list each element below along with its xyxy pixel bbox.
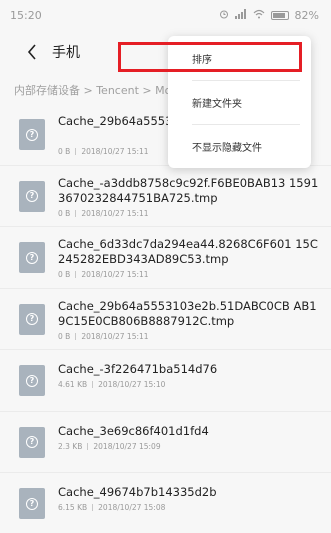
file-name: Cache_-3f226471ba514d76 [58,362,218,376]
menu-item-new-folder[interactable]: 新建文件夹 [168,80,311,124]
file-list: ? Cache_29b64a5553 0BD6812A91ED5DE 0 B20… [0,104,331,533]
file-date: 2018/10/27 15:09 [93,441,161,451]
file-meta: 0 B 2018/10/27 15:11 [58,209,149,218]
file-size: 6.15 KB [58,503,88,512]
file-date: 2018/10/27 15:11 [81,208,149,218]
file-meta: 0 B 2018/10/27 15:11 [58,270,149,279]
page-title: 手机 [52,45,80,61]
breadcrumb[interactable]: 内部存储设备 > Tencent > Mobil [14,82,174,98]
file-size: 2.3 KB [58,441,83,451]
unknown-file-icon: ? [19,119,45,150]
file-meta: 6.15 KB 2018/10/27 15:08 [58,503,165,512]
file-meta: 0 B 2018/10/27 15:11 [58,332,149,341]
battery-icon [270,10,289,20]
file-size: 0 B [58,270,71,279]
file-date: 2018/10/27 15:11 [81,270,149,279]
file-size: 0 B [58,331,71,341]
battery-percent: 82% [294,8,319,22]
list-item[interactable]: ? Cache_6d33dc7da294ea44.8268C6F601 15C2… [0,227,331,289]
file-meta: 2.3 KB 2018/10/27 15:09 [58,442,161,451]
highlight-box [118,42,302,72]
status-icons: 82% [219,8,319,22]
file-name: Cache_49674b7b14335d2b [58,485,217,499]
signal-icon [234,8,247,22]
unknown-file-icon: ? [19,426,45,458]
unknown-file-icon: ? [19,365,45,396]
file-name: Cache_-a3ddb8758c9c92f.F6BE0BAB13 159136… [58,175,319,205]
file-size: 0 B [58,208,71,218]
unknown-file-icon: ? [19,303,45,335]
list-item[interactable]: ? Cache_-3f226471ba514d76 4.61 KB 2018/10… [0,350,331,412]
list-item[interactable]: ? Cache_29b64a5553103e2b.51DABC0CB AB19C… [0,289,331,350]
file-size: 0 B [58,147,71,156]
file-meta: 4.61 KB 2018/10/27 15:10 [58,380,165,389]
unknown-file-icon: ? [19,242,45,273]
file-name: Cache_29b64a5553103e2b.51DABC0CB AB19C15… [58,298,317,328]
menu-item-hide-hidden-files[interactable]: 不显示隐藏文件 [168,124,311,168]
file-name: Cache_6d33dc7da294ea44.8268C6F601 15C245… [58,237,318,266]
list-item[interactable]: ? Cache_49674b7b14335d2b 6.15 KB 2018/10/… [0,473,331,533]
file-date: 2018/10/27 15:08 [98,503,166,512]
alarm-icon [219,9,229,22]
file-date: 2018/10/27 15:11 [81,331,149,341]
status-bar: 15:20 82% [0,0,331,30]
file-meta: 0 B 2018/10/27 15:11 [58,147,149,156]
file-size: 4.61 KB [58,380,88,389]
wifi-icon [253,9,265,22]
unknown-file-icon: ? [19,180,45,212]
chevron-left-icon[interactable] [24,44,40,60]
file-name: Cache_3e69c86f401d1fd4 [58,423,209,438]
file-date: 2018/10/27 15:10 [98,380,166,389]
file-date: 2018/10/27 15:11 [81,147,149,156]
list-item[interactable]: ? Cache_3e69c86f401d1fd4 2.3 KB 2018/10/2… [0,412,331,473]
list-item[interactable]: ? Cache_-a3ddb8758c9c92f.F6BE0BAB13 1591… [0,166,331,227]
status-time: 15:20 [10,8,42,22]
unknown-file-icon: ? [19,488,45,519]
